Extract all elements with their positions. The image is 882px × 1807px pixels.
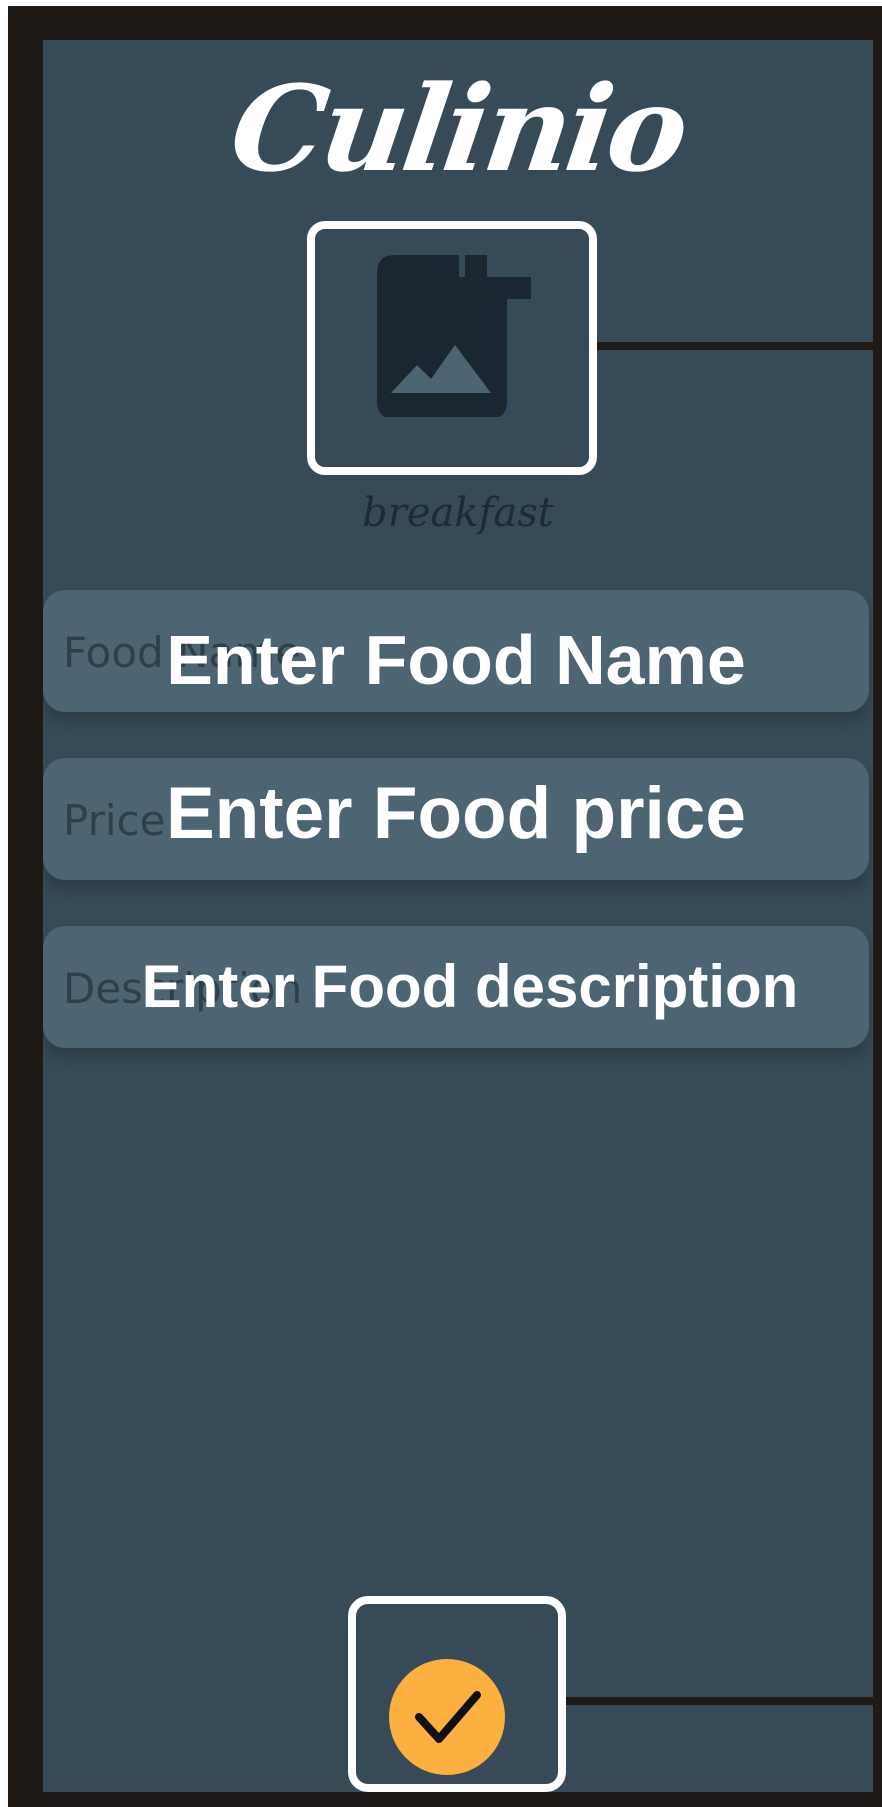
app-logo: Culinio (222, 59, 694, 198)
add-food-screen: Culinio breakfast Food Name Enter Food N… (43, 40, 873, 1792)
description-input[interactable]: Description Enter Food description (43, 926, 869, 1048)
connector-line (566, 1697, 873, 1705)
food-name-input[interactable]: Food Name Enter Food Name (43, 590, 869, 712)
price-input[interactable]: Price Enter Food price (43, 758, 869, 880)
submit-button[interactable] (348, 1596, 566, 1792)
category-label: breakfast (362, 490, 554, 536)
check-icon (415, 1691, 481, 1743)
connector-line (597, 342, 873, 350)
description-annotation: Enter Food description (141, 953, 799, 1020)
price-annotation: Enter Food price (165, 773, 746, 854)
food-name-annotation: Enter Food Name (166, 621, 746, 699)
submit-circle[interactable] (389, 1659, 505, 1775)
add-image-icon (377, 255, 531, 417)
device-frame: Culinio breakfast Food Name Enter Food N… (8, 6, 882, 1807)
add-image-button[interactable] (307, 221, 597, 475)
